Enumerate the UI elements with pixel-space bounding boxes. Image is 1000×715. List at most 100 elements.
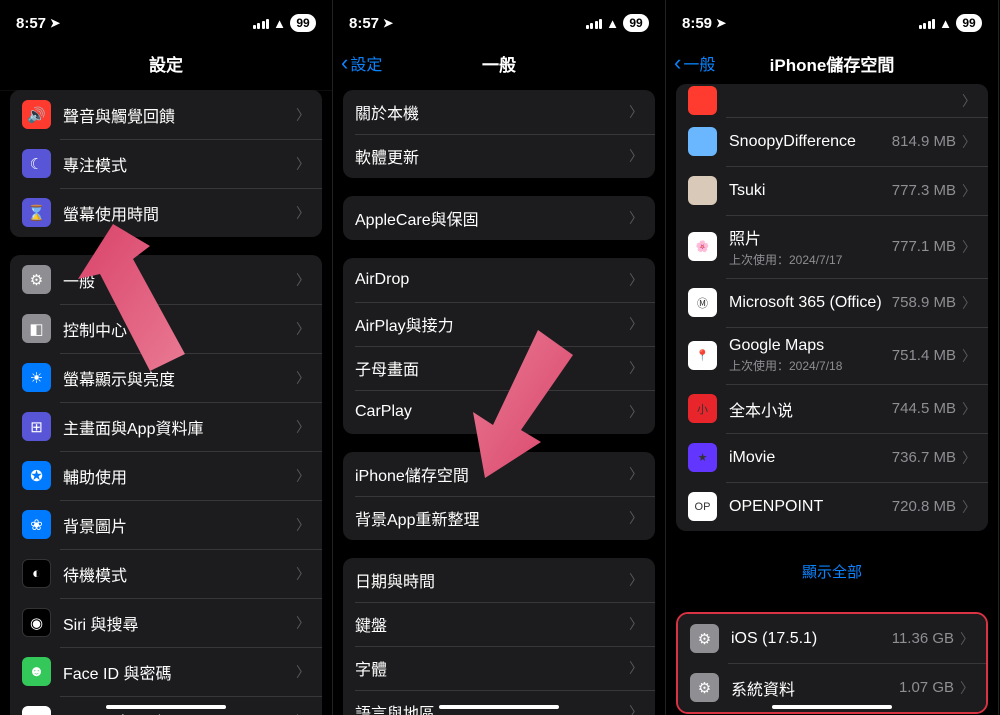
row-value: 777.3 MB [892, 182, 956, 199]
app-row[interactable]: ★ iMovie 736.7 MB〉 [676, 433, 988, 482]
row-label: 日期與時間 [355, 568, 629, 592]
app-row[interactable]: OP OPENPOINT 720.8 MB〉 [676, 482, 988, 531]
chevron-right-icon: 〉 [962, 448, 976, 468]
gear-icon: ⚙ [690, 624, 719, 653]
settings-row[interactable]: AppleCare與保固〉 [343, 196, 655, 240]
app-row[interactable]: 小 全本小说 744.5 MB〉 [676, 384, 988, 433]
row-icon: ☻ [22, 657, 51, 686]
wifi-icon: ▲ [606, 16, 619, 31]
row-label: iOS (17.5.1) [731, 630, 892, 648]
chevron-right-icon: 〉 [962, 399, 976, 419]
battery-badge: 99 [956, 14, 982, 32]
chevron-right-icon: 〉 [629, 102, 643, 122]
show-all-link[interactable]: 顯示全部 [676, 549, 988, 594]
row-label: 全本小说 [729, 397, 892, 421]
row-icon: ☀ [22, 363, 51, 392]
row-label: 軟體更新 [355, 144, 629, 168]
settings-row[interactable]: ☾ 專注模式〉 [10, 139, 322, 188]
settings-row[interactable]: ⚙ 一般〉 [10, 255, 322, 304]
settings-row[interactable]: ❀ 背景圖片〉 [10, 500, 322, 549]
battery-badge: 99 [290, 14, 316, 32]
settings-row[interactable]: ◧ 控制中心〉 [10, 304, 322, 353]
home-indicator[interactable] [439, 705, 559, 709]
location-icon: ➤ [383, 16, 393, 30]
settings-row[interactable]: CarPlay〉 [343, 390, 655, 434]
settings-row[interactable]: 🔊 聲音與觸覺回饋〉 [10, 90, 322, 139]
row-label: OPENPOINT [729, 498, 892, 516]
settings-row[interactable]: ☻ Face ID 與密碼〉 [10, 647, 322, 696]
row-label: 一般 [63, 268, 296, 292]
system-row[interactable]: ⚙ iOS (17.5.1) 11.36 GB 〉 [678, 614, 986, 663]
settings-row[interactable]: 語言與地區〉 [343, 690, 655, 715]
settings-row[interactable]: ◉ Siri 與搜尋〉 [10, 598, 322, 647]
signal-icon [253, 18, 270, 29]
chevron-right-icon: 〉 [629, 464, 643, 484]
back-button[interactable]: ‹ 一般 [674, 51, 715, 75]
chevron-right-icon: 〉 [296, 662, 310, 682]
settings-row[interactable]: 日期與時間〉 [343, 558, 655, 602]
chevron-right-icon: 〉 [960, 678, 974, 698]
settings-row[interactable]: iPhone儲存空間〉 [343, 452, 655, 496]
row-label: Tsuki [729, 182, 892, 200]
row-label: CarPlay [355, 403, 629, 421]
home-indicator[interactable] [106, 705, 226, 709]
settings-row[interactable]: ◐ 待機模式〉 [10, 549, 322, 598]
settings-row[interactable]: 子母畫面〉 [343, 346, 655, 390]
row-label: 鍵盤 [355, 612, 629, 636]
settings-row[interactable]: 關於本機〉 [343, 90, 655, 134]
header: ‹ 一般 iPhone儲存空間 [666, 42, 998, 84]
chevron-right-icon: 〉 [962, 497, 976, 517]
app-row[interactable]: Ⓜ Microsoft 365 (Office) 758.9 MB〉 [676, 278, 988, 327]
settings-row[interactable]: ✪ 輔助使用〉 [10, 451, 322, 500]
settings-row[interactable]: 鍵盤〉 [343, 602, 655, 646]
chevron-right-icon: 〉 [960, 629, 974, 649]
chevron-right-icon: 〉 [296, 613, 310, 633]
settings-row[interactable]: 字體〉 [343, 646, 655, 690]
chevron-right-icon: 〉 [296, 466, 310, 486]
chevron-right-icon: 〉 [296, 203, 310, 223]
chevron-right-icon: 〉 [962, 132, 976, 152]
back-button[interactable]: ‹ 設定 [341, 51, 382, 75]
chevron-right-icon: 〉 [629, 146, 643, 166]
row-icon: ◉ [22, 608, 51, 637]
signal-icon [919, 18, 936, 29]
app-row[interactable]: SnoopyDifference 814.9 MB〉 [676, 117, 988, 166]
row-label: iMovie [729, 449, 892, 467]
row-icon: ◧ [22, 314, 51, 343]
settings-row[interactable]: AirDrop〉 [343, 258, 655, 302]
settings-row[interactable]: ⌛ 螢幕使用時間〉 [10, 188, 322, 237]
row-icon: ⊞ [22, 412, 51, 441]
app-row[interactable]: 📍 Google Maps上次使用：2024/7/18 751.4 MB〉 [676, 327, 988, 384]
app-icon: OP [688, 492, 717, 521]
row-label: 輔助使用 [63, 464, 296, 488]
storage-list: 〉 SnoopyDifference 814.9 MB〉 Tsuki 777.3… [666, 84, 998, 714]
row-value: 758.9 MB [892, 294, 956, 311]
app-row[interactable]: 〉 [676, 84, 988, 117]
settings-row[interactable]: AirPlay與接力〉 [343, 302, 655, 346]
row-value: 814.9 MB [892, 133, 956, 150]
chevron-right-icon: 〉 [296, 417, 310, 437]
row-label: 專注模式 [63, 152, 296, 176]
signal-icon [586, 18, 603, 29]
location-icon: ➤ [50, 16, 60, 30]
chevron-right-icon: 〉 [296, 711, 310, 715]
row-value: 11.36 GB [892, 630, 954, 647]
row-icon: SOS [22, 706, 51, 715]
settings-row[interactable]: 軟體更新〉 [343, 134, 655, 178]
row-value: 744.5 MB [892, 400, 956, 417]
app-icon: 📍 [688, 341, 717, 370]
page-title: 一般 [482, 51, 516, 76]
app-row[interactable]: Tsuki 777.3 MB〉 [676, 166, 988, 215]
app-row[interactable]: 🌸 照片上次使用：2024/7/17 777.1 MB〉 [676, 215, 988, 278]
settings-row[interactable]: ☀ 螢幕顯示與亮度〉 [10, 353, 322, 402]
row-label: 螢幕使用時間 [63, 201, 296, 225]
chevron-right-icon: 〉 [629, 402, 643, 422]
battery-badge: 99 [623, 14, 649, 32]
row-icon: ❀ [22, 510, 51, 539]
chevron-right-icon: 〉 [296, 368, 310, 388]
settings-row[interactable]: 背景App重新整理〉 [343, 496, 655, 540]
settings-row[interactable]: ⊞ 主畫面與App資料庫〉 [10, 402, 322, 451]
row-label: 待機模式 [63, 562, 296, 586]
home-indicator[interactable] [772, 705, 892, 709]
page-title: 設定 [149, 51, 183, 76]
